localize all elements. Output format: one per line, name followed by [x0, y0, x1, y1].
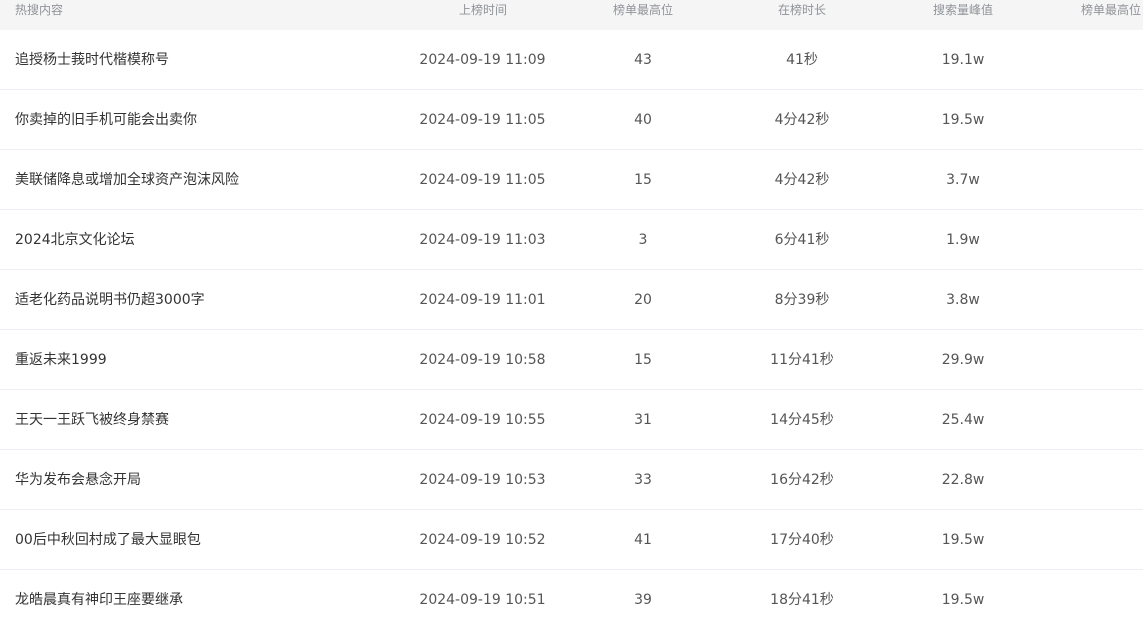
row-title[interactable]: 适老化药品说明书仍超3000字: [15, 270, 205, 329]
row-peak: 19.5w: [941, 532, 985, 548]
header-duration[interactable]: 在榜时长: [752, 0, 852, 22]
row-peak: 3.7w: [946, 172, 980, 188]
table-row[interactable]: 美联储降息或增加全球资产泡沫风险 2024-09-19 11:05 15 4分4…: [0, 150, 1143, 210]
row-time: 2024-09-19 10:58: [419, 352, 546, 368]
row-peak: 25.4w: [941, 412, 985, 428]
row-rank: 20: [634, 292, 652, 308]
row-title[interactable]: 2024北京文化论坛: [15, 210, 135, 269]
header-time[interactable]: 上榜时间: [433, 0, 533, 22]
row-title[interactable]: 00后中秋回村成了最大显眼包: [15, 510, 201, 569]
table-row[interactable]: 王天一王跃飞被终身禁赛 2024-09-19 10:55 31 14分45秒 2…: [0, 390, 1143, 450]
row-duration: 6分41秒: [774, 232, 830, 248]
row-title[interactable]: 王天一王跃飞被终身禁赛: [15, 390, 169, 449]
row-peak: 19.1w: [941, 52, 985, 68]
row-time: 2024-09-19 11:01: [419, 292, 546, 308]
header-extra[interactable]: 榜单最高位: [1081, 0, 1141, 22]
row-title[interactable]: 华为发布会悬念开局: [15, 450, 141, 509]
table-row[interactable]: 龙皓晨真有神印王座要继承 2024-09-19 10:51 39 18分41秒 …: [0, 570, 1143, 628]
row-rank: 33: [634, 472, 652, 488]
row-title[interactable]: 追授杨士莪时代楷模称号: [15, 30, 169, 89]
hot-search-table: 热搜内容 上榜时间 榜单最高位 在榜时长 搜索量峰值 榜单最高位 追授杨士莪时代…: [0, 0, 1143, 628]
row-duration: 11分41秒: [770, 352, 834, 368]
row-duration: 18分41秒: [770, 592, 834, 608]
row-peak: 3.8w: [946, 292, 980, 308]
row-peak: 1.9w: [946, 232, 980, 248]
row-time: 2024-09-19 10:51: [419, 592, 546, 608]
row-time: 2024-09-19 10:55: [419, 412, 546, 428]
table-row[interactable]: 重返未来1999 2024-09-19 10:58 15 11分41秒 29.9…: [0, 330, 1143, 390]
row-title[interactable]: 龙皓晨真有神印王座要继承: [15, 570, 183, 628]
table-header: 热搜内容 上榜时间 榜单最高位 在榜时长 搜索量峰值 榜单最高位: [0, 0, 1143, 30]
table-row[interactable]: 00后中秋回村成了最大显眼包 2024-09-19 10:52 41 17分40…: [0, 510, 1143, 570]
table-row[interactable]: 华为发布会悬念开局 2024-09-19 10:53 33 16分42秒 22.…: [0, 450, 1143, 510]
row-time: 2024-09-19 11:05: [419, 112, 546, 128]
row-time: 2024-09-19 11:09: [419, 52, 546, 68]
header-peak[interactable]: 搜索量峰值: [913, 0, 1013, 22]
table-row[interactable]: 2024北京文化论坛 2024-09-19 11:03 3 6分41秒 1.9w: [0, 210, 1143, 270]
row-time: 2024-09-19 11:03: [419, 232, 546, 248]
row-rank: 40: [634, 112, 652, 128]
row-time: 2024-09-19 10:53: [419, 472, 546, 488]
row-duration: 14分45秒: [770, 412, 834, 428]
row-title[interactable]: 美联储降息或增加全球资产泡沫风险: [15, 150, 239, 209]
table-row[interactable]: 追授杨士莪时代楷模称号 2024-09-19 11:09 43 41秒 19.1…: [0, 30, 1143, 90]
row-peak: 22.8w: [941, 472, 985, 488]
row-rank: 31: [634, 412, 652, 428]
row-duration: 41秒: [786, 52, 818, 68]
row-title[interactable]: 重返未来1999: [15, 330, 107, 389]
table-row[interactable]: 你卖掉的旧手机可能会出卖你 2024-09-19 11:05 40 4分42秒 …: [0, 90, 1143, 150]
row-rank: 39: [634, 592, 652, 608]
row-duration: 16分42秒: [770, 472, 834, 488]
table-row[interactable]: 适老化药品说明书仍超3000字 2024-09-19 11:01 20 8分39…: [0, 270, 1143, 330]
row-duration: 4分42秒: [774, 112, 830, 128]
row-rank: 15: [634, 352, 652, 368]
row-peak: 19.5w: [941, 592, 985, 608]
row-duration: 4分42秒: [774, 172, 830, 188]
row-time: 2024-09-19 11:05: [419, 172, 546, 188]
row-peak: 29.9w: [941, 352, 985, 368]
row-rank: 3: [638, 232, 648, 248]
row-title[interactable]: 你卖掉的旧手机可能会出卖你: [15, 90, 197, 149]
row-time: 2024-09-19 10:52: [419, 532, 546, 548]
header-title[interactable]: 热搜内容: [15, 0, 63, 22]
row-duration: 17分40秒: [770, 532, 834, 548]
row-duration: 8分39秒: [774, 292, 830, 308]
row-rank: 15: [634, 172, 652, 188]
row-rank: 41: [634, 532, 652, 548]
row-rank: 43: [634, 52, 652, 68]
row-peak: 19.5w: [941, 112, 985, 128]
header-rank[interactable]: 榜单最高位: [593, 0, 693, 22]
